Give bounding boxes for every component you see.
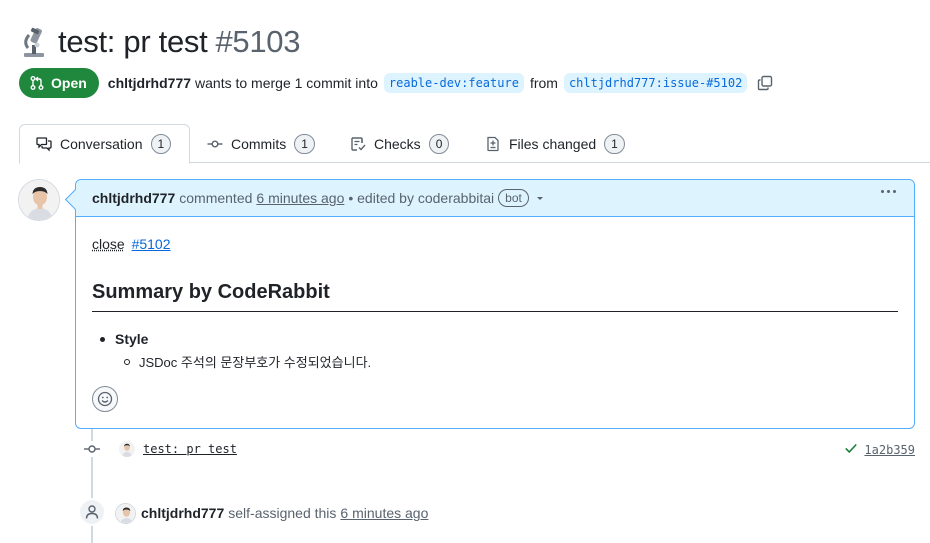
comment-discussion-icon <box>36 137 52 152</box>
bullet-dot <box>100 336 105 342</box>
sub-list-item-label: JSDoc 주석의 문장부호가 수정되었습니다. <box>139 355 372 370</box>
heading-divider <box>92 311 898 312</box>
tab-files-changed[interactable]: Files changed 1 <box>469 124 641 163</box>
merge-text: wants to merge 1 commit into <box>195 75 378 91</box>
triangle-down-icon[interactable] <box>535 193 545 203</box>
head-branch[interactable]: chltjdrhd777:issue-#5102 <box>563 73 748 93</box>
comment-header: chltjdrhd777 commented 6 minutes ago • e… <box>76 180 914 217</box>
commit-meta: 1a2b359 <box>844 441 915 458</box>
comment-time[interactable]: 6 minutes ago <box>256 190 344 206</box>
assign-text: self-assigned this <box>228 505 337 521</box>
tab-commits[interactable]: Commits 1 <box>191 124 331 163</box>
close-keyword: close <box>92 236 125 252</box>
author-link[interactable]: chltjdrhd777 <box>108 75 191 91</box>
from-text: from <box>529 75 558 91</box>
status-badge: Open <box>19 68 99 98</box>
pr-description-comment: chltjdrhd777 commented 6 minutes ago • e… <box>75 179 915 429</box>
file-diff-icon <box>487 136 499 151</box>
sub-list-item: JSDoc 주석의 문장부호가 수정되었습니다. <box>124 352 371 371</box>
pr-tabs: Conversation 1 Commits 1 Checks 0 Files … <box>19 124 930 164</box>
tab-label: Commits <box>231 135 287 152</box>
close-line: close #5102 <box>92 236 171 252</box>
kebab-horizontal-icon[interactable] <box>881 190 896 193</box>
bullet-circle <box>124 358 130 365</box>
commit-row: test: pr test 1a2b359 <box>119 439 915 459</box>
tab-counter: 0 <box>428 133 450 154</box>
status-label: Open <box>51 75 87 91</box>
git-commit-icon <box>84 441 100 462</box>
person-icon <box>78 498 106 526</box>
pr-meta-row: Open chltjdrhd777 wants to merge 1 commi… <box>19 68 773 98</box>
tab-checks[interactable]: Checks 0 <box>334 124 465 163</box>
tab-conversation[interactable]: Conversation 1 <box>19 124 190 164</box>
smiley-icon <box>97 391 113 407</box>
commit-message[interactable]: test: pr test <box>143 442 237 456</box>
tab-counter: 1 <box>604 133 625 154</box>
summary-heading: Summary by CodeRabbit <box>92 281 330 303</box>
list-item-label: Style <box>115 331 149 347</box>
checklist-icon <box>351 136 366 151</box>
git-commit-icon <box>207 139 223 147</box>
tab-label: Conversation <box>60 136 143 152</box>
assign-time[interactable]: 6 minutes ago <box>340 505 428 521</box>
edited-by[interactable]: • edited by coderabbitai <box>348 190 494 206</box>
tab-counter: 1 <box>294 133 315 154</box>
avatar[interactable] <box>18 179 60 221</box>
pr-number: #5103 <box>215 24 301 59</box>
avatar[interactable] <box>119 441 135 457</box>
comment-action: commented <box>179 190 253 206</box>
tab-label: Checks <box>374 135 421 152</box>
list-item: Style <box>100 331 148 347</box>
pr-title-row: test: pr test #5103 <box>20 22 300 62</box>
tab-label: Files changed <box>509 135 597 152</box>
git-pull-request-icon <box>30 76 44 90</box>
issue-link[interactable]: #5102 <box>132 236 171 252</box>
comment-author[interactable]: chltjdrhd777 <box>92 190 175 206</box>
microscope-icon <box>20 26 48 58</box>
base-branch[interactable]: reable-dev:feature <box>383 73 524 93</box>
check-icon[interactable] <box>844 441 858 458</box>
pr-title: test: pr test <box>58 24 208 59</box>
add-reaction-button[interactable] <box>92 386 118 412</box>
bot-badge: bot <box>498 189 529 207</box>
commit-sha[interactable]: 1a2b359 <box>864 443 915 457</box>
assign-event: chltjdrhd777 self-assigned this 6 minute… <box>115 502 428 524</box>
avatar[interactable] <box>115 502 136 524</box>
copy-icon[interactable] <box>757 75 773 91</box>
tab-counter: 1 <box>150 134 172 154</box>
assign-author[interactable]: chltjdrhd777 <box>141 505 224 521</box>
